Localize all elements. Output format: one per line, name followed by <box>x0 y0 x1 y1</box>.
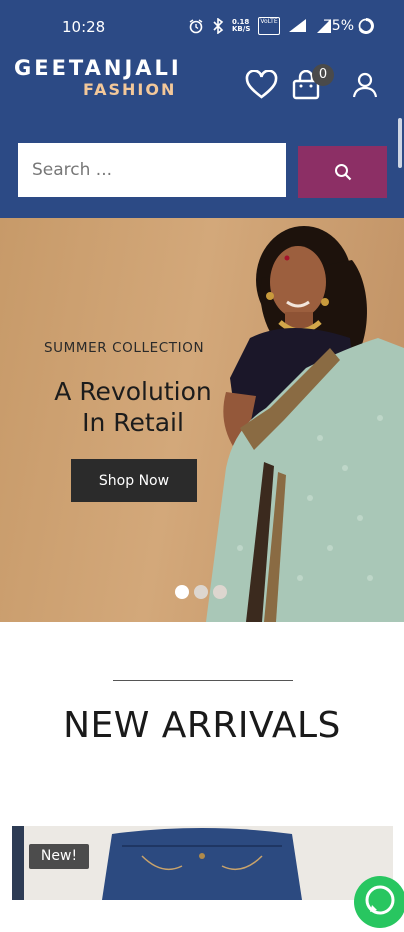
wifi-icon <box>289 19 306 32</box>
status-time: 10:28 <box>62 18 106 36</box>
logo[interactable]: GEETANJALI FASHION <box>0 56 200 102</box>
logo-line-1: GEETANJALI <box>14 56 182 80</box>
status-icons: 0.18 KB/S VoLTE <box>188 17 332 35</box>
data-speed-icon: 0.18 KB/S <box>232 18 251 33</box>
cart-count-badge: 0 <box>312 64 334 86</box>
slider-dots <box>175 585 227 599</box>
whatsapp-icon <box>365 885 395 915</box>
section-divider <box>113 680 293 681</box>
shop-now-button[interactable]: Shop Now <box>71 459 197 502</box>
slider-dot-3[interactable] <box>213 585 227 599</box>
battery-icon <box>358 18 374 34</box>
user-icon[interactable] <box>353 72 377 98</box>
scrollbar-thumb[interactable] <box>398 118 402 168</box>
site-header: GEETANJALI FASHION 0 <box>0 56 404 218</box>
search-icon <box>334 164 351 181</box>
alarm-icon <box>189 19 203 34</box>
status-bar: 10:28 0.18 KB/S VoLTE 75% <box>0 0 404 56</box>
hero-headline-line-2: In Retail <box>82 408 184 437</box>
battery-indicator: 75% <box>323 18 374 34</box>
hero-headline: A Revolution In Retail <box>30 376 236 438</box>
slider-dot-1[interactable] <box>175 585 189 599</box>
bluetooth-icon <box>213 18 224 34</box>
whatsapp-button[interactable] <box>354 876 404 928</box>
search-input[interactable] <box>18 143 286 197</box>
hero-kicker: SUMMER COLLECTION <box>44 340 205 356</box>
hero-slider[interactable]: SUMMER COLLECTION A Revolution In Retail… <box>0 218 404 622</box>
hero-headline-line-1: A Revolution <box>54 377 212 406</box>
slider-dot-2[interactable] <box>194 585 208 599</box>
battery-text: 75% <box>322 18 354 34</box>
logo-line-2: FASHION <box>83 80 177 99</box>
search-button[interactable] <box>298 146 387 198</box>
heart-icon[interactable] <box>245 70 278 100</box>
new-badge: New! <box>29 844 89 869</box>
volte-icon: VoLTE <box>258 17 280 35</box>
section-title: NEW ARRIVALS <box>63 705 341 746</box>
